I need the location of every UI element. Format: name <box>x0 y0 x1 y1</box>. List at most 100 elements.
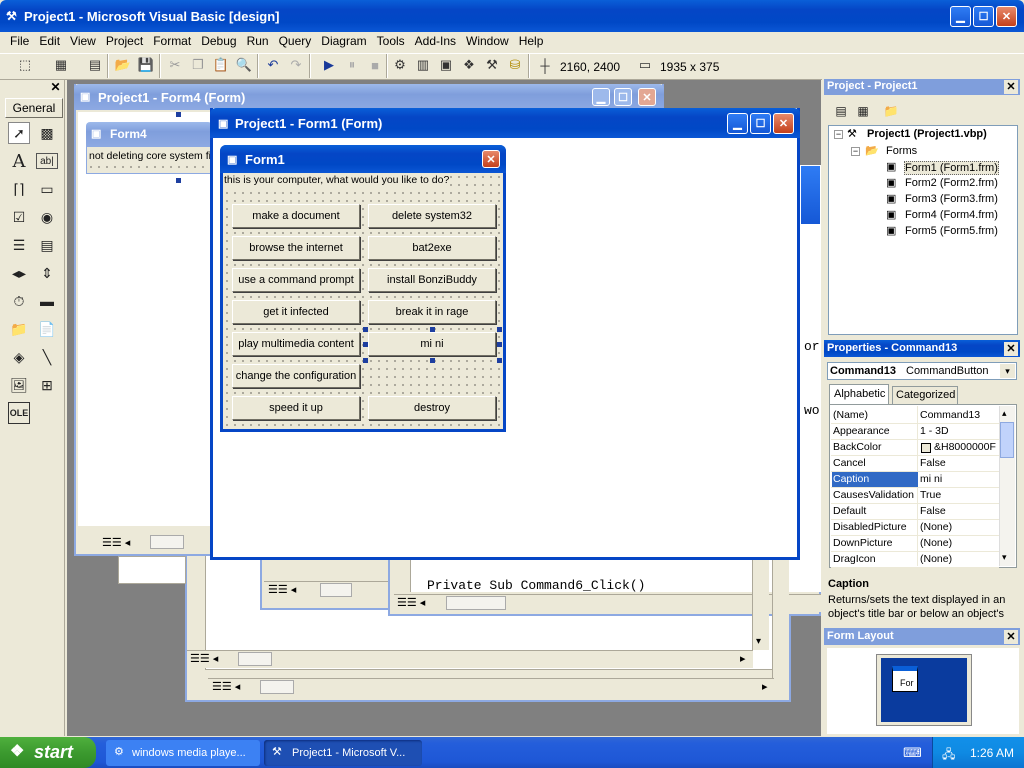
toolbox-icon[interactable]: ⚒ <box>483 56 501 74</box>
maximize-button[interactable]: ☐ <box>973 6 994 27</box>
object-selector[interactable]: Command13 CommandButton ▾ <box>827 362 1017 380</box>
combobox-tool-icon[interactable]: ☰ <box>8 234 30 256</box>
install-bonzibuddy-button[interactable]: install BonziBuddy <box>368 268 496 292</box>
property-row[interactable]: DownPicture (None) <box>831 536 999 552</box>
scroll-down-icon[interactable]: ▾ <box>1002 552 1007 563</box>
scroll-up-icon[interactable]: ▴ <box>1002 408 1007 419</box>
cut-icon[interactable]: ✂ <box>166 56 184 74</box>
scroll-right-icon[interactable]: ▸ <box>762 680 768 693</box>
code-hscroll-thumb[interactable] <box>446 596 506 610</box>
form-hscroll-thumb[interactable] <box>260 680 294 694</box>
data-view-icon[interactable]: ⛁ <box>506 56 524 74</box>
checkbox-tool-icon[interactable]: ☑ <box>8 206 30 228</box>
property-row[interactable]: Default False <box>831 504 999 520</box>
keyboard-icon[interactable]: ⌨ <box>903 745 922 761</box>
selection-handle[interactable] <box>430 358 435 363</box>
mini-form-preview[interactable]: For <box>892 666 918 692</box>
undo-icon[interactable]: ↶ <box>264 56 282 74</box>
optionbutton-tool-icon[interactable]: ◉ <box>36 206 58 228</box>
close-button[interactable]: ✕ <box>996 6 1017 27</box>
project-explorer-close-icon[interactable]: ✕ <box>1004 80 1018 94</box>
minimize-button[interactable]: ▁ <box>950 6 971 27</box>
menu-editor-icon[interactable]: ▤ <box>86 56 104 74</box>
object-browser-icon[interactable]: ❖ <box>460 56 478 74</box>
menu-format[interactable]: Format <box>153 34 191 52</box>
selection-handle[interactable] <box>497 358 502 363</box>
toggle-folders-icon[interactable]: 📁 <box>880 100 902 122</box>
tab-categorized[interactable]: Categorized <box>892 386 958 404</box>
break-icon[interactable]: ⏸ <box>343 56 361 74</box>
frame-tool-icon[interactable]: ⌈⌉ <box>8 178 30 200</box>
scroll-down-icon[interactable]: ▾ <box>756 636 761 647</box>
dirlist-tool-icon[interactable]: 📁 <box>8 318 30 340</box>
view-code-icon[interactable]: ▤ <box>830 100 852 122</box>
menu-project[interactable]: Project <box>106 34 143 52</box>
form1-inner-close-button[interactable]: ✕ <box>482 150 500 168</box>
form1-close-button[interactable]: ✕ <box>773 113 794 134</box>
filelist-tool-icon[interactable]: 📄 <box>36 318 58 340</box>
menu-tools[interactable]: Tools <box>377 34 405 52</box>
form1-minimize-button[interactable]: ▁ <box>727 113 748 134</box>
proc-view-icon[interactable]: ☰☰ ◂ <box>397 596 425 609</box>
proc-view-icon[interactable]: ☰☰ ◂ <box>190 652 218 665</box>
selection-handle[interactable] <box>363 327 368 332</box>
property-row[interactable]: Appearance 1 - 3D <box>831 424 999 440</box>
break-in-rage-button[interactable]: break it in rage <box>368 300 496 324</box>
tree-item-form1[interactable]: Form1 (Form1.frm) <box>904 161 999 175</box>
redo-icon[interactable]: ↷ <box>287 56 305 74</box>
tree-item-form5[interactable]: Form5 (Form5.frm) <box>905 225 998 237</box>
get-infected-button[interactable]: get it infected <box>232 300 360 324</box>
find-icon[interactable]: 🔍 <box>235 56 253 74</box>
image-tool-icon[interactable]: 🖼 <box>8 374 30 396</box>
selection-handle[interactable] <box>497 327 502 332</box>
toolbox-general-tab[interactable]: General <box>5 98 63 118</box>
play-multimedia-button[interactable]: play multimedia content <box>232 332 360 356</box>
menu-file[interactable]: File <box>10 34 29 52</box>
delete-system32-button[interactable]: delete system32 <box>368 204 496 228</box>
form1-maximize-button[interactable]: ☐ <box>750 113 771 134</box>
proc-view-icon[interactable]: ☰☰ ◂ <box>212 680 240 693</box>
start-icon[interactable]: ▶ <box>320 56 338 74</box>
add-project-icon[interactable]: ⬚ <box>16 56 34 74</box>
drivelist-tool-icon[interactable]: ▬ <box>36 290 58 312</box>
proc-view-icon[interactable]: ☰☰ ◂ <box>102 536 130 549</box>
forms-folder[interactable]: Forms <box>886 145 917 157</box>
project-explorer-icon[interactable]: ⚙ <box>391 56 409 74</box>
picturebox-tool-icon[interactable]: ▩ <box>36 122 58 144</box>
selection-handle[interactable] <box>363 358 368 363</box>
add-form-icon[interactable]: ▦ <box>52 56 70 74</box>
menu-query[interactable]: Query <box>279 34 312 52</box>
properties-window-icon[interactable]: ▥ <box>414 56 432 74</box>
form-hscroll-thumb[interactable] <box>320 583 352 597</box>
form4-minimize-button[interactable]: ▁ <box>592 88 610 106</box>
menu-view[interactable]: View <box>70 34 96 52</box>
collapse-icon[interactable]: − <box>851 147 860 156</box>
selection-handle[interactable] <box>363 342 368 347</box>
selection-handle[interactable] <box>497 342 502 347</box>
property-row[interactable]: CausesValidation True <box>831 488 999 504</box>
project-root[interactable]: Project1 (Project1.vbp) <box>867 128 987 140</box>
start-button[interactable]: ❖ start <box>0 737 96 768</box>
selection-handle[interactable] <box>430 327 435 332</box>
vscroll-tool-icon[interactable]: ⇕ <box>36 262 58 284</box>
menu-edit[interactable]: Edit <box>39 34 60 52</box>
data-tool-icon[interactable]: ⊞ <box>36 374 58 396</box>
collapse-icon[interactable]: − <box>834 130 843 139</box>
dropdown-arrow-icon[interactable]: ▾ <box>1000 364 1015 378</box>
form4-maximize-button[interactable]: ☐ <box>614 88 632 106</box>
menu-run[interactable]: Run <box>247 34 269 52</box>
textbox-tool-icon[interactable]: ab| <box>36 153 58 169</box>
menu-diagram[interactable]: Diagram <box>321 34 366 52</box>
browse-internet-button[interactable]: browse the internet <box>232 236 360 260</box>
menu-debug[interactable]: Debug <box>201 34 236 52</box>
menu-help[interactable]: Help <box>519 34 544 52</box>
speed-it-up-button[interactable]: speed it up <box>232 396 360 420</box>
bat2exe-button[interactable]: bat2exe <box>368 236 496 260</box>
command-prompt-button[interactable]: use a command prompt <box>232 268 360 292</box>
property-grid-thumb[interactable] <box>1000 422 1014 458</box>
menu-window[interactable]: Window <box>466 34 509 52</box>
copy-icon[interactable]: ❐ <box>189 56 207 74</box>
end-icon[interactable]: ■ <box>366 56 384 74</box>
form4-close-button[interactable]: ✕ <box>638 88 656 106</box>
label-tool-icon[interactable]: A <box>8 150 30 172</box>
